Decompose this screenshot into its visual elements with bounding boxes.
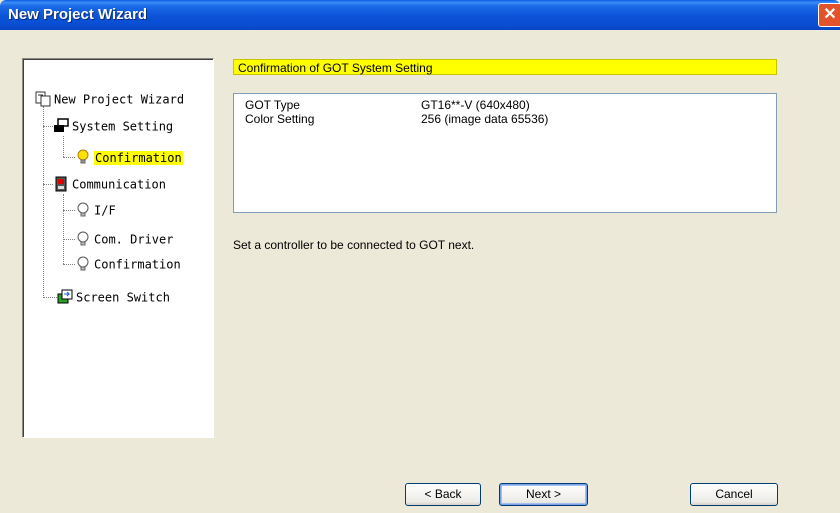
back-button[interactable]: < Back [405, 483, 481, 506]
tree-item-screen-switch[interactable]: Screen Switch [57, 288, 170, 306]
tree-line [63, 210, 75, 211]
bulb-off-icon [75, 202, 91, 218]
tree-item-system-setting[interactable]: System Setting [53, 117, 173, 135]
tree-line [63, 194, 64, 264]
tree-label: Confirmation [94, 150, 183, 165]
tree-line [63, 157, 75, 158]
tree-label: New Project Wizard [54, 92, 185, 107]
title-bar[interactable]: New Project Wizard ✕ [0, 0, 840, 30]
tree-item-system-confirmation[interactable]: Confirmation [75, 148, 183, 166]
tree-label: I/F [94, 203, 116, 218]
screen-switch-icon [57, 289, 73, 305]
tree-item-communication[interactable]: Communication [53, 175, 166, 193]
system-setting-icon [53, 117, 69, 134]
tree-item-new-project-wizard[interactable]: New Project Wizard [35, 90, 184, 108]
window-title: New Project Wizard [8, 6, 148, 23]
tree-line [43, 184, 53, 185]
tree-line [43, 106, 44, 298]
section-header: Confirmation of GOT System Setting [233, 59, 777, 75]
communication-icon [53, 176, 69, 192]
instruction-text: Set a controller to be connected to GOT … [233, 238, 475, 252]
cancel-button[interactable]: Cancel [690, 483, 778, 506]
tree-label: Screen Switch [76, 290, 170, 305]
bulb-off-icon [75, 256, 91, 272]
tree-label: Com. Driver [94, 232, 174, 247]
settings-summary-box: GOT Type GT16**-V (640x480) Color Settin… [233, 93, 777, 213]
tree-line [43, 297, 57, 298]
tree-line [63, 136, 64, 157]
bulb-lit-icon [75, 149, 91, 165]
bulb-off-icon [75, 231, 91, 247]
color-setting-value: 256 (image data 65536) [421, 112, 549, 126]
tree-line [43, 126, 53, 127]
tree-item-com-driver[interactable]: Com. Driver [75, 230, 173, 248]
tree-item-if[interactable]: I/F [75, 201, 116, 219]
close-icon: ✕ [823, 6, 837, 23]
tree-label: System Setting [72, 119, 174, 134]
wizard-icon [35, 91, 51, 107]
tree-line [63, 264, 75, 265]
tree-label: Communication [72, 177, 166, 192]
got-type-value: GT16**-V (640x480) [421, 98, 530, 112]
next-button[interactable]: Next > [499, 483, 588, 506]
wizard-window: New Project Wizard ✕ New Project Wizard … [0, 0, 840, 513]
got-type-label: GOT Type [245, 98, 300, 112]
close-button[interactable]: ✕ [818, 3, 840, 27]
tree-line [63, 239, 75, 240]
color-setting-label: Color Setting [245, 112, 315, 126]
tree-label: Confirmation [94, 257, 181, 272]
tree-item-comm-confirmation[interactable]: Confirmation [75, 255, 181, 273]
